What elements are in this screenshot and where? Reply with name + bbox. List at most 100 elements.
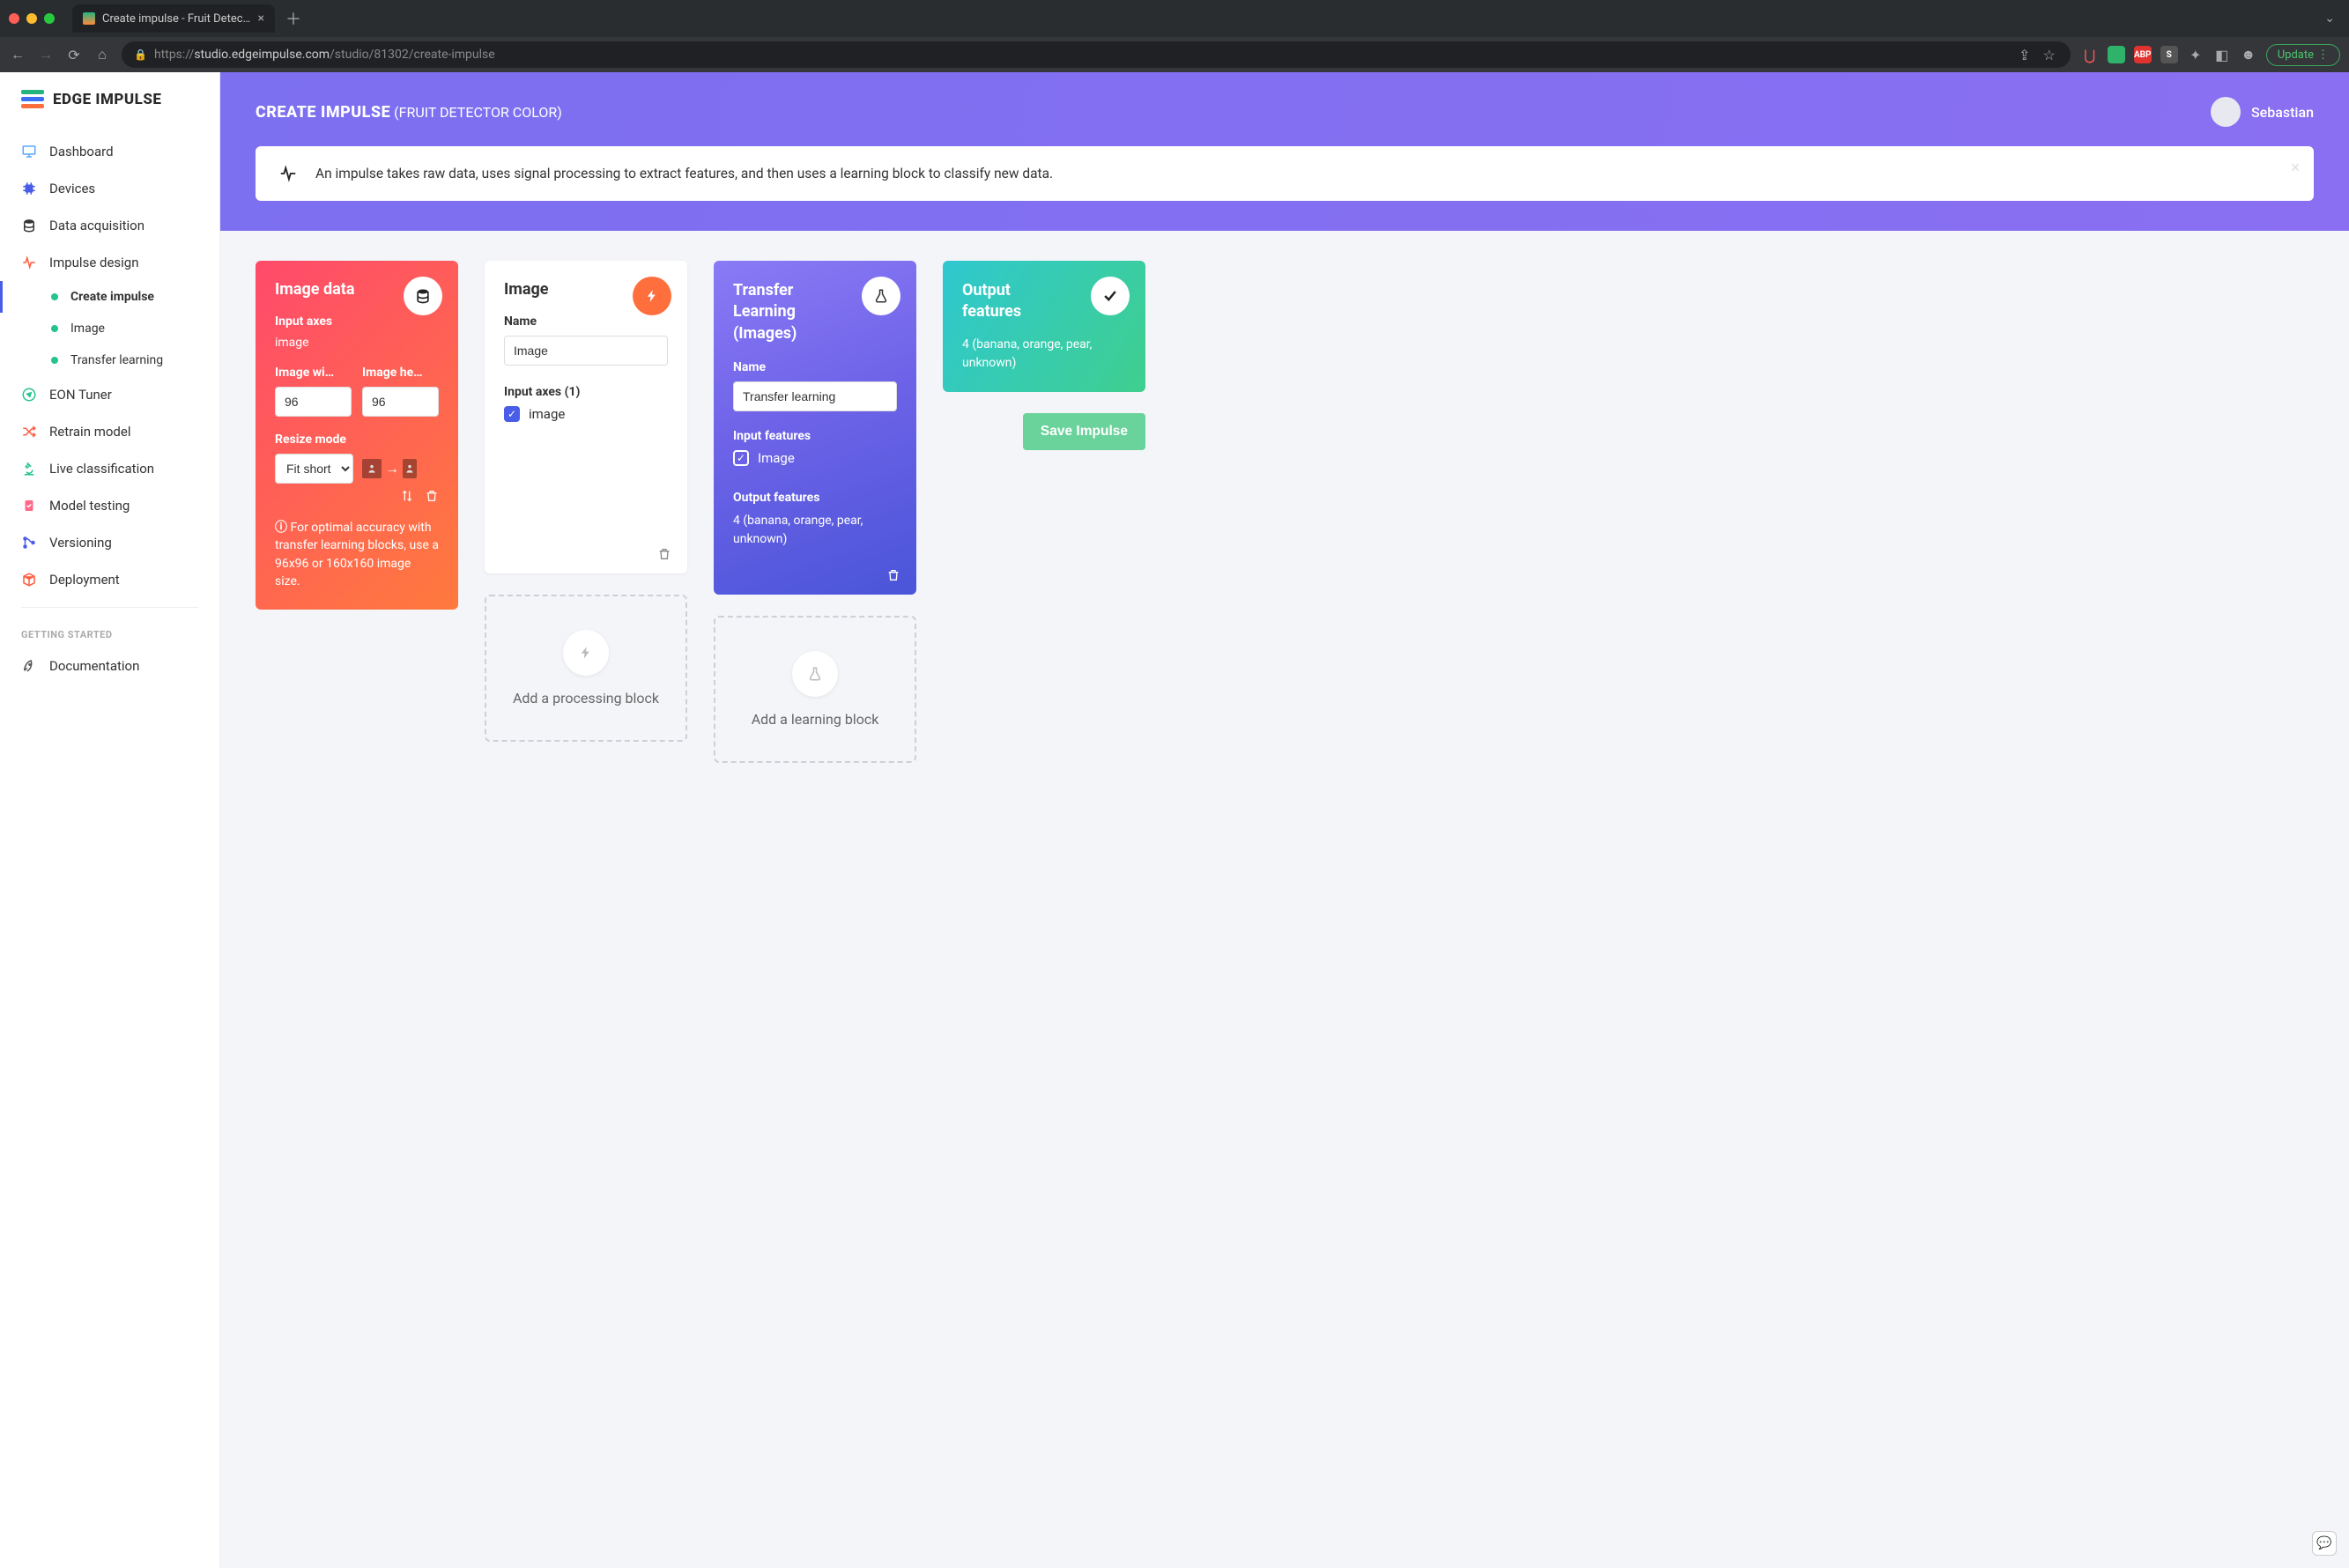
compass-icon xyxy=(21,387,37,403)
section-getting-started: GETTING STARTED xyxy=(0,617,219,647)
image-height-input[interactable] xyxy=(362,387,439,417)
nav-versioning[interactable]: Versioning xyxy=(0,524,219,561)
logo-mark xyxy=(21,90,44,108)
database-icon xyxy=(21,218,37,233)
proc-name-label: Name xyxy=(504,314,668,329)
page-title: CREATE IMPULSE xyxy=(256,103,390,122)
output-block-card: Output features 4 (banana, orange, pear,… xyxy=(943,261,1145,392)
microscope-icon xyxy=(21,461,37,477)
update-label: Update xyxy=(2278,48,2314,62)
subnav-transfer-learning[interactable]: Transfer learning xyxy=(0,344,219,376)
new-tab-button[interactable]: ＋ xyxy=(285,7,301,30)
pocket-icon[interactable]: ⋃ xyxy=(2081,47,2099,63)
feature-image-label: Image xyxy=(758,450,795,466)
clipboard-check-icon xyxy=(21,498,37,514)
user-name: Sebastian xyxy=(2251,104,2314,121)
axis-image-row[interactable]: ✓ image xyxy=(504,406,668,422)
learn-name-label: Name xyxy=(733,360,897,374)
nav-eon-tuner[interactable]: EON Tuner xyxy=(0,376,219,413)
tab-title: Create impulse - Fruit Detector xyxy=(102,12,251,26)
nav-back-icon[interactable]: ← xyxy=(9,46,26,63)
feedback-button[interactable]: 💬 xyxy=(2312,1531,2337,1556)
bolt-icon xyxy=(633,277,671,315)
output-column: Output features 4 (banana, orange, pear,… xyxy=(943,261,1145,450)
save-impulse-button[interactable]: Save Impulse xyxy=(1023,413,1145,450)
resize-mode-select[interactable]: Fit short xyxy=(275,454,353,484)
nav-retrain[interactable]: Retrain model xyxy=(0,413,219,450)
subnav-create-impulse[interactable]: Create impulse xyxy=(0,281,219,313)
url-text: https://studio.edgeimpulse.com/studio/81… xyxy=(154,48,2009,62)
extension-s[interactable]: S xyxy=(2160,46,2178,63)
checkbox-checked-icon: ✓ xyxy=(504,406,520,422)
browser-toolbar: ← → ⟳ ⌂ 🔒 https://studio.edgeimpulse.com… xyxy=(0,37,2349,72)
browser-update-button[interactable]: Update ⋮ xyxy=(2266,44,2340,66)
trash-icon[interactable] xyxy=(886,568,900,582)
reorder-icon[interactable] xyxy=(400,489,414,503)
rocket-icon xyxy=(21,658,37,674)
info-text: An impulse takes raw data, uses signal p… xyxy=(315,166,1053,181)
nav-dashboard[interactable]: Dashboard xyxy=(0,133,219,170)
tab-close-icon[interactable]: × xyxy=(258,11,264,26)
add-processing-block[interactable]: Add a processing block xyxy=(485,595,687,742)
user-menu[interactable]: Sebastian xyxy=(2211,97,2314,127)
shuffle-icon xyxy=(21,424,37,440)
lock-icon: 🔒 xyxy=(134,48,147,61)
brand-logo[interactable]: EDGE IMPULSE xyxy=(0,72,219,126)
extension-abp[interactable]: ABP xyxy=(2134,46,2152,63)
add-processing-label: Add a processing block xyxy=(502,690,670,706)
learn-name-input[interactable] xyxy=(733,381,897,411)
bookmark-star-icon[interactable]: ☆ xyxy=(2041,47,2058,63)
trash-icon[interactable] xyxy=(425,489,439,503)
nav-reload-icon[interactable]: ⟳ xyxy=(65,47,83,63)
address-bar[interactable]: 🔒 https://studio.edgeimpulse.com/studio/… xyxy=(122,41,2071,68)
nav-data-acquisition[interactable]: Data acquisition xyxy=(0,207,219,244)
window-close[interactable] xyxy=(9,13,19,24)
tab-favicon xyxy=(83,12,95,25)
proc-axes-label: Input axes (1) xyxy=(504,385,668,399)
nav-documentation[interactable]: Documentation xyxy=(0,647,219,684)
sidebar-nav: Dashboard Devices Data acquisition Impul… xyxy=(0,126,219,692)
learn-input-features-label: Input features xyxy=(733,429,897,443)
proc-name-input[interactable] xyxy=(504,336,668,366)
window-minimize[interactable] xyxy=(26,13,37,24)
main-content: CREATE IMPULSE (FRUIT DETECTOR COLOR) Se… xyxy=(220,72,2349,1568)
page-header: CREATE IMPULSE (FRUIT DETECTOR COLOR) Se… xyxy=(220,72,2349,231)
processing-column: Image Name Input axes (1) ✓ image Add a … xyxy=(485,261,687,742)
learning-block-card: Transfer Learning (Images) Name Input fe… xyxy=(714,261,916,595)
processing-block-card: Image Name Input axes (1) ✓ image xyxy=(485,261,687,573)
browser-tab[interactable]: Create impulse - Fruit Detector × xyxy=(72,4,275,33)
nav-devices[interactable]: Devices xyxy=(0,170,219,207)
nav-forward-icon[interactable]: → xyxy=(37,46,55,63)
sidepanel-icon[interactable]: ◧ xyxy=(2213,47,2231,63)
tabs-overflow-icon[interactable]: ⌄ xyxy=(2324,11,2335,26)
close-icon[interactable]: × xyxy=(2291,159,2300,177)
info-banner: An impulse takes raw data, uses signal p… xyxy=(256,146,2314,201)
monitor-icon xyxy=(21,144,37,159)
extension-green[interactable] xyxy=(2108,46,2125,63)
status-dot-icon xyxy=(51,293,58,300)
learning-column: Transfer Learning (Images) Name Input fe… xyxy=(714,261,916,763)
nav-model-testing[interactable]: Model testing xyxy=(0,487,219,524)
learn-block-title: Transfer Learning (Images) xyxy=(733,280,848,344)
pulse-icon xyxy=(21,255,37,270)
share-icon[interactable]: ⇪ xyxy=(2016,47,2034,63)
sidebar: EDGE IMPULSE Dashboard Devices Data acqu… xyxy=(0,72,220,1568)
nav-impulse-design[interactable]: Impulse design xyxy=(0,244,219,281)
nav-deployment[interactable]: Deployment xyxy=(0,561,219,598)
check-icon xyxy=(1091,277,1130,315)
add-learning-block[interactable]: Add a learning block xyxy=(714,616,916,763)
resize-preview-icon: → xyxy=(362,459,417,478)
database-icon xyxy=(404,277,442,315)
box-icon xyxy=(21,572,37,588)
learn-output-features-value: 4 (banana, orange, pear, unknown) xyxy=(733,512,897,549)
input-axes-value: image xyxy=(275,336,439,350)
feature-image-row[interactable]: ✓ Image xyxy=(733,450,897,466)
image-width-input[interactable] xyxy=(275,387,352,417)
window-maximize[interactable] xyxy=(44,13,55,24)
nav-home-icon[interactable]: ⌂ xyxy=(93,46,111,63)
extensions-icon[interactable]: ✦ xyxy=(2187,47,2205,63)
trash-icon[interactable] xyxy=(657,547,671,561)
profile-avatar-icon[interactable]: ☻ xyxy=(2240,46,2257,63)
subnav-image[interactable]: Image xyxy=(0,313,219,344)
nav-live-classification[interactable]: Live classification xyxy=(0,450,219,487)
